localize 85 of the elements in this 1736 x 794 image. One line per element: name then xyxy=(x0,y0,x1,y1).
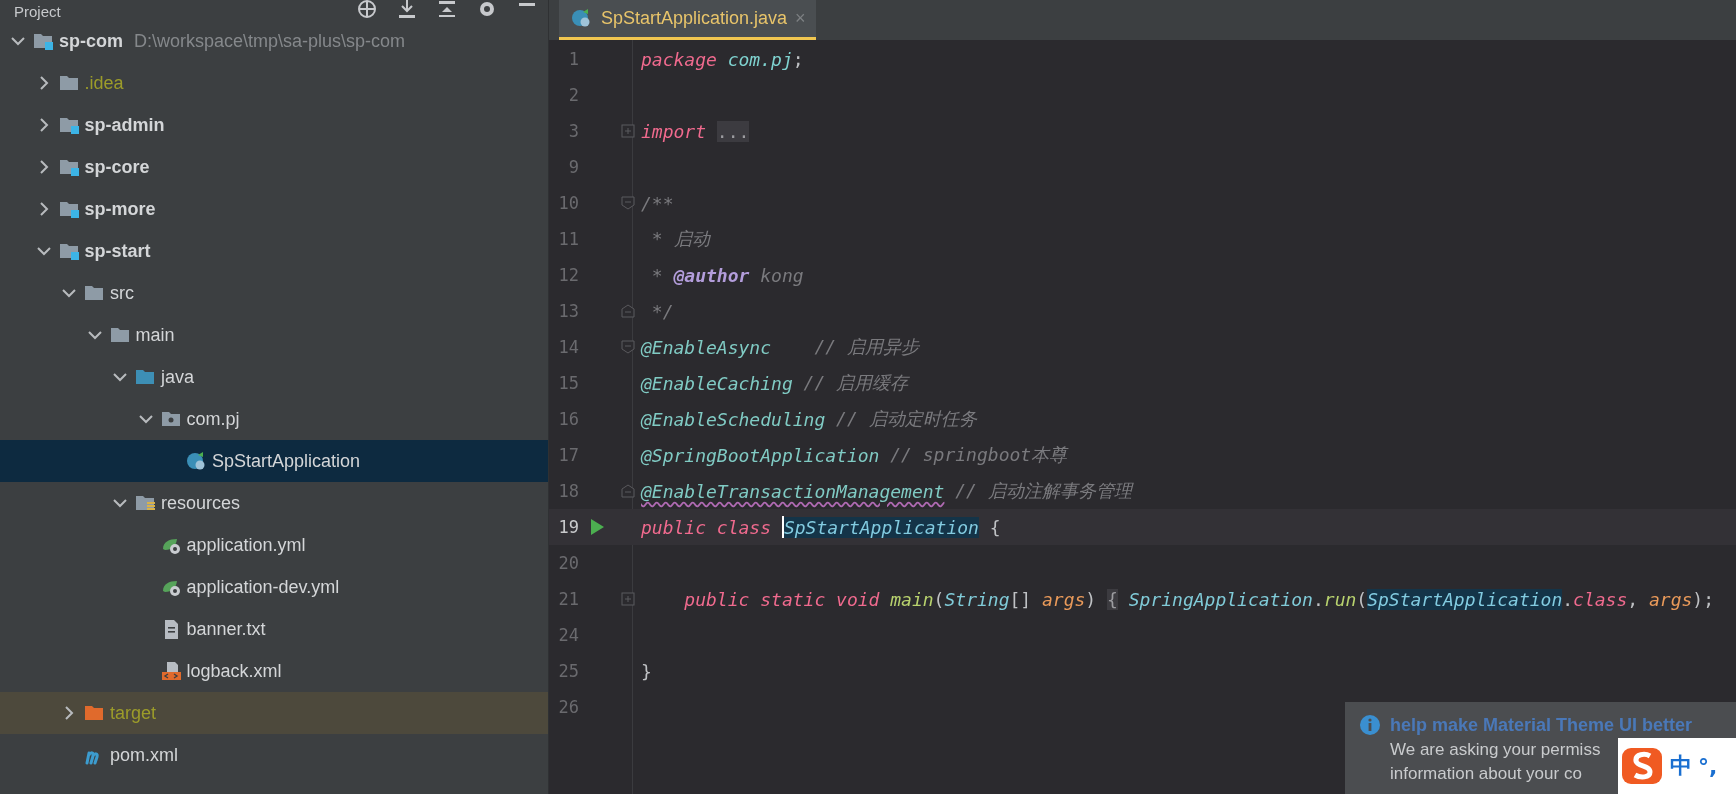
code-line: @EnableScheduling // 启动定时任务 xyxy=(641,407,977,431)
line-number: 11 xyxy=(557,229,579,249)
line-number: 16 xyxy=(557,409,579,429)
tree-item[interactable]: sp-start xyxy=(0,230,548,272)
line-number: 10 xyxy=(557,193,579,213)
tree-label: src xyxy=(110,282,134,304)
tree-item[interactable]: resources xyxy=(0,482,548,524)
line-number: 13 xyxy=(557,301,579,321)
tree-label: sp-more xyxy=(84,198,156,220)
code-line: public class SpStartApplication { xyxy=(641,516,1001,538)
code-line: package com.pj; xyxy=(641,48,804,70)
tree-item[interactable]: sp-core xyxy=(0,146,548,188)
line-number: 2 xyxy=(567,85,579,105)
line-number: 17 xyxy=(557,445,579,465)
tree-label: logback.xml xyxy=(186,660,282,682)
tree-label: sp-admin xyxy=(84,114,165,136)
notification-text: information about your co xyxy=(1390,764,1582,784)
collapse-all-icon[interactable] xyxy=(436,0,458,20)
locate-icon[interactable] xyxy=(356,0,378,20)
input-mode-toggle[interactable]: 中 xyxy=(1670,751,1692,781)
tree-item[interactable]: pom.xml xyxy=(0,734,548,776)
text-cursor xyxy=(781,516,784,538)
module-path: D:\workspace\tmp\sa-plus\sp-com xyxy=(134,30,406,52)
tree-item[interactable]: sp-admin xyxy=(0,104,548,146)
tree-label: com.pj xyxy=(186,408,240,430)
tree-label: .idea xyxy=(84,72,124,94)
code-line: /** xyxy=(641,192,674,214)
tree-label: resources xyxy=(161,492,241,514)
expand-all-icon[interactable] xyxy=(396,0,418,20)
code-line: import ... xyxy=(641,120,750,142)
tree-item[interactable]: SpStartApplication xyxy=(0,440,548,482)
tree-item[interactable]: banner.txt xyxy=(0,608,548,650)
class-icon xyxy=(186,450,207,472)
tree-item[interactable]: java xyxy=(0,356,548,398)
tree-label: target xyxy=(110,702,157,724)
tree-item[interactable]: main xyxy=(0,314,548,356)
run-icon[interactable] xyxy=(589,518,605,536)
line-number: 3 xyxy=(567,121,579,141)
code-line: */ xyxy=(650,300,674,322)
code-line: public static void main(String[] args) { SpringApplication.run(SpStartApplication.class, args); xyxy=(683,588,1714,610)
info-icon xyxy=(1359,714,1381,736)
tree-item[interactable]: com.pj xyxy=(0,398,548,440)
code-line: * @author kong xyxy=(650,264,804,286)
tree-label: sp-start xyxy=(84,240,151,262)
line-number: 26 xyxy=(557,697,579,717)
code-line: @EnableTransactionManagement // 启动注解事务管理 xyxy=(641,479,1132,503)
notification-text: We are asking your permiss xyxy=(1390,740,1601,760)
editor-tab[interactable]: SpStartApplication.java × xyxy=(559,0,816,40)
panel-title[interactable]: Project xyxy=(14,4,61,20)
tree-label: java xyxy=(161,366,195,388)
tree-label: application-dev.yml xyxy=(186,576,340,598)
line-number: 9 xyxy=(567,157,579,177)
line-number: 25 xyxy=(557,661,579,681)
punctuation-toggle[interactable]: °, xyxy=(1698,753,1718,779)
tree-item[interactable]: logback.xml xyxy=(0,650,548,692)
code-line: } xyxy=(641,660,652,682)
tree-label: pom.xml xyxy=(110,744,178,766)
tree-item[interactable]: src xyxy=(0,272,548,314)
tree-item[interactable]: .idea xyxy=(0,62,548,104)
xml-file-icon xyxy=(160,660,182,682)
line-number: 20 xyxy=(557,553,579,573)
tree-label: main xyxy=(135,324,175,346)
line-number: 18 xyxy=(557,481,579,501)
tree-label: banner.txt xyxy=(186,618,266,640)
line-number: 14 xyxy=(557,337,579,357)
code-line: @EnableAsync // 启用异步 xyxy=(641,335,919,359)
code-line: @SpringBootApplication // springboot本尊 xyxy=(641,443,1068,467)
line-number: 24 xyxy=(557,625,579,645)
line-number: 1 xyxy=(567,49,579,69)
code-line: @EnableCaching // 启用缓存 xyxy=(641,371,909,395)
tree-label: sp-core xyxy=(84,156,150,178)
tree-label: application.yml xyxy=(186,534,306,556)
tree-item[interactable]: sp-more xyxy=(0,188,548,230)
tree-item[interactable]: application-dev.yml xyxy=(0,566,548,608)
tab-label: SpStartApplication.java xyxy=(601,8,788,29)
tree-label: sp-com xyxy=(59,30,123,52)
code-line: * 启动 xyxy=(650,227,710,251)
notification-title: help make Material Theme UI better xyxy=(1390,714,1693,736)
tree-item[interactable]: sp-com D:\workspace\tmp\sa-plus\sp-com xyxy=(0,20,548,62)
line-number: 19 xyxy=(557,517,579,537)
tree-item[interactable]: application.yml xyxy=(0,524,548,566)
line-number: 12 xyxy=(557,265,579,285)
line-number: 21 xyxy=(557,589,579,609)
line-number: 15 xyxy=(557,373,579,393)
tree-label: SpStartApplication xyxy=(212,450,361,472)
